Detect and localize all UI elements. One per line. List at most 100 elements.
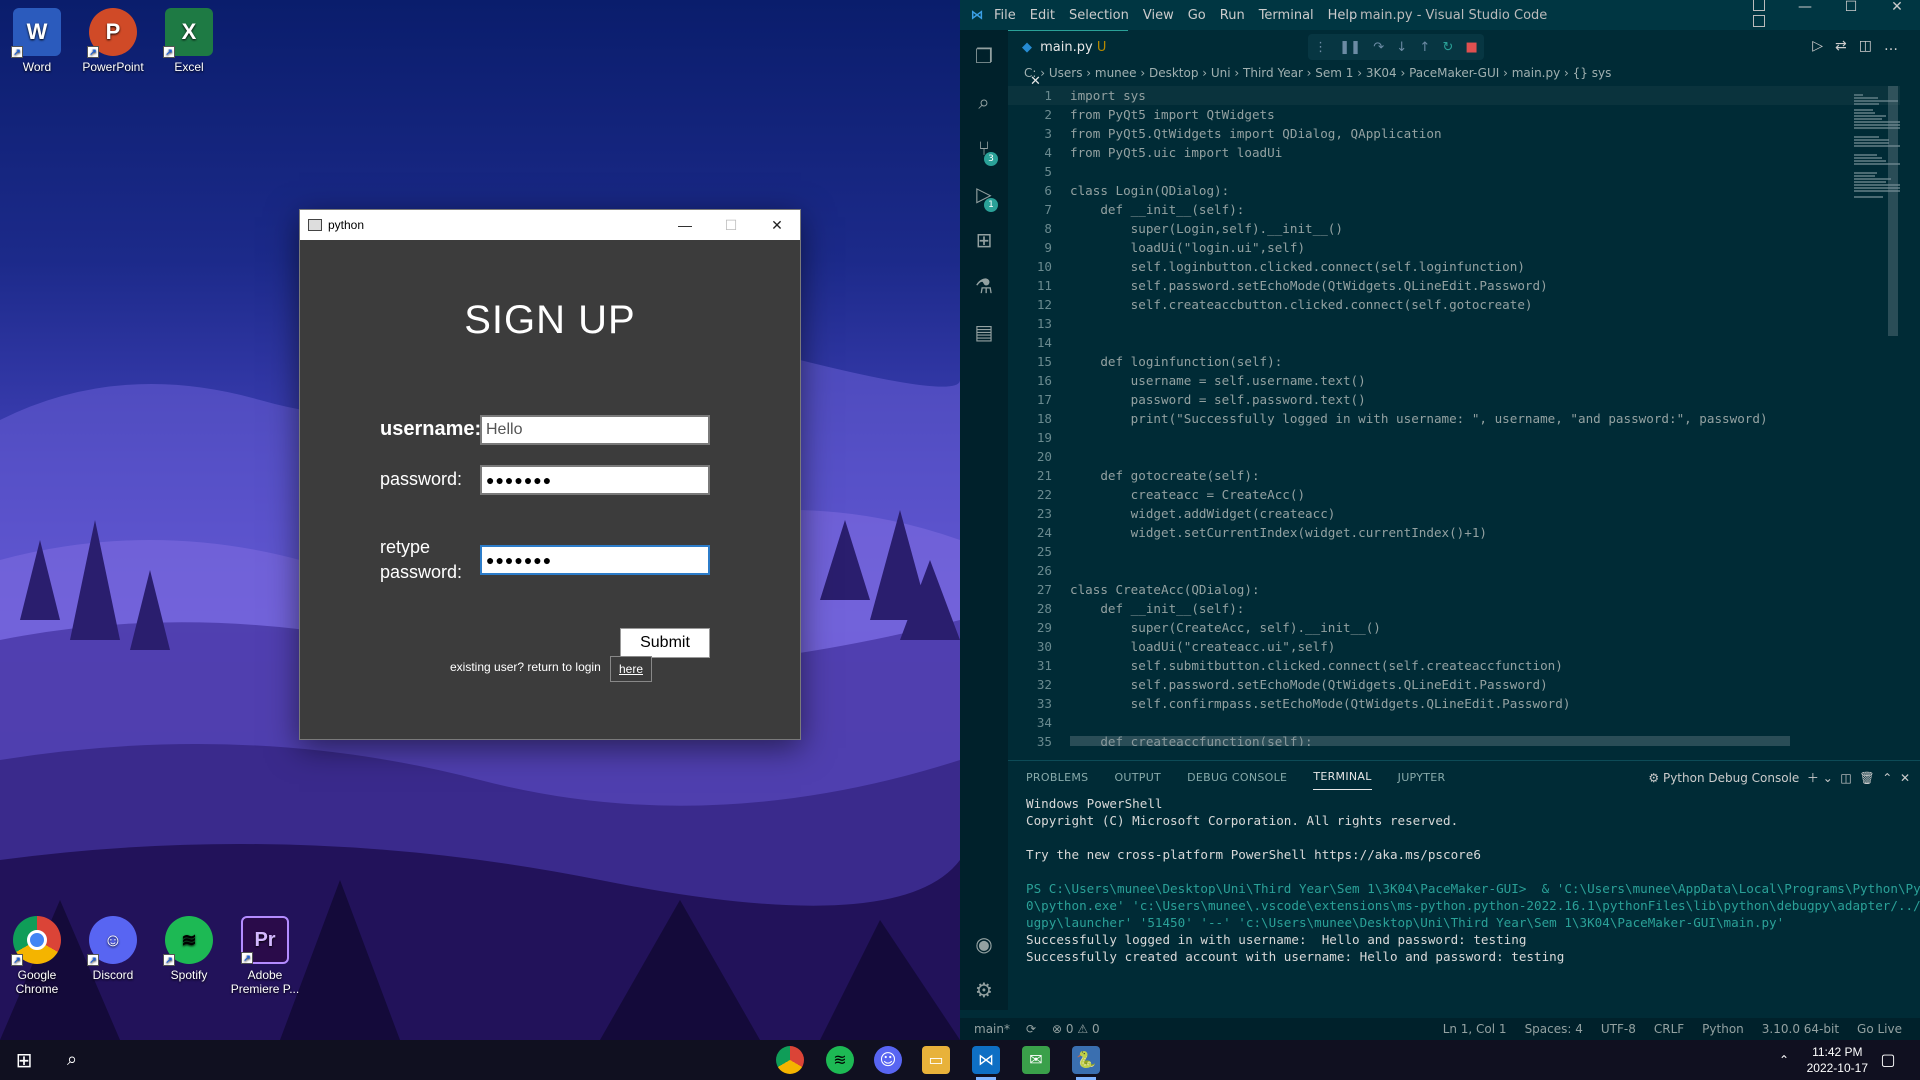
terminal-output[interactable]: Windows PowerShell Copyright (C) Microsof… bbox=[1026, 795, 1920, 965]
notebook-icon[interactable]: ▤ bbox=[970, 318, 998, 346]
login-here-button[interactable]: here bbox=[610, 656, 652, 682]
messaging-app-icon[interactable]: ✉ bbox=[1022, 1046, 1050, 1074]
password-input[interactable]: ●●●●●●● bbox=[480, 465, 710, 495]
step-into-icon[interactable]: ↓ bbox=[1396, 40, 1407, 55]
search-icon[interactable]: ⌕ bbox=[58, 1046, 86, 1074]
status-right-item[interactable]: Go Live bbox=[1857, 1022, 1902, 1036]
show-hidden-icons-icon[interactable]: ⌃ bbox=[1770, 1046, 1798, 1074]
code-line[interactable]: 7 def __init__(self): bbox=[1008, 200, 1900, 219]
stop-icon[interactable]: ■ bbox=[1466, 40, 1478, 55]
code-line[interactable]: 15 def loginfunction(self): bbox=[1008, 352, 1900, 371]
drag-handle-icon[interactable]: ⋮ bbox=[1314, 40, 1327, 55]
window-titlebar[interactable]: python — ☐ ✕ bbox=[300, 210, 800, 240]
code-line[interactable]: 13 bbox=[1008, 314, 1900, 333]
code-line[interactable]: 6 class Login(QDialog): bbox=[1008, 181, 1900, 200]
restart-icon[interactable]: ↻ bbox=[1442, 40, 1453, 55]
retype-password-input[interactable]: ●●●●●●● bbox=[480, 545, 710, 575]
step-over-icon[interactable]: ↷ bbox=[1373, 40, 1384, 55]
code-line[interactable]: 11 self.password.setEchoMode(QtWidgets.Q… bbox=[1008, 276, 1900, 295]
run-icon[interactable]: ▷ bbox=[1812, 38, 1835, 54]
code-line[interactable]: 19 bbox=[1008, 428, 1900, 447]
settings-gear-icon[interactable]: ⚙ bbox=[970, 976, 998, 1004]
code-line[interactable]: 23 widget.addWidget(createacc) bbox=[1008, 504, 1900, 523]
panel-tab-jupyter[interactable]: JUPYTER bbox=[1398, 771, 1446, 784]
system-clock[interactable]: 11:42 PM 2022-10-17 bbox=[1807, 1044, 1868, 1076]
code-line[interactable]: 24 widget.setCurrentIndex(widget.current… bbox=[1008, 523, 1900, 542]
code-line[interactable]: 12 self.createaccbutton.clicked.connect(… bbox=[1008, 295, 1900, 314]
desktop-icon-chrome[interactable]: ↗ Google Chrome bbox=[0, 916, 75, 996]
breadcrumb[interactable]: C: › Users › munee › Desktop › Uni › Thi… bbox=[1024, 66, 1611, 86]
code-line[interactable]: 3 from PyQt5.QtWidgets import QDialog, QA… bbox=[1008, 124, 1900, 143]
menu-item-terminal[interactable]: Terminal bbox=[1259, 8, 1314, 23]
compare-icon[interactable]: ⇄ bbox=[1835, 38, 1859, 54]
extensions-icon[interactable]: ⊞ bbox=[970, 226, 998, 254]
vscode-taskbar-icon[interactable]: ⋈ bbox=[972, 1046, 1000, 1080]
username-input[interactable]: Hello bbox=[480, 415, 710, 445]
layout-toggle-icon[interactable] bbox=[1736, 0, 1782, 31]
code-line[interactable]: 1 import sys bbox=[1008, 86, 1900, 105]
code-line[interactable]: 31 self.submitbutton.clicked.connect(sel… bbox=[1008, 656, 1900, 675]
maximize-button[interactable]: ☐ bbox=[1828, 0, 1874, 31]
code-line[interactable]: 22 createacc = CreateAcc() bbox=[1008, 485, 1900, 504]
account-icon[interactable]: ◉ bbox=[970, 930, 998, 958]
pause-icon[interactable]: ❚❚ bbox=[1339, 40, 1361, 55]
testing-icon[interactable]: ⚗ bbox=[970, 272, 998, 300]
code-line[interactable]: 2 from PyQt5 import QtWidgets bbox=[1008, 105, 1900, 124]
desktop-icon-spotify[interactable]: ≋ ↗ Spotify bbox=[151, 916, 227, 982]
status-right-item[interactable]: Python bbox=[1702, 1022, 1744, 1036]
panel-tab-problems[interactable]: PROBLEMS bbox=[1026, 771, 1088, 784]
menu-item-edit[interactable]: Edit bbox=[1030, 8, 1055, 23]
desktop-icon-word[interactable]: W ↗ Word bbox=[0, 8, 75, 74]
desktop-icon-discord[interactable]: ☺ ↗ Discord bbox=[75, 916, 151, 982]
code-line[interactable]: 20 bbox=[1008, 447, 1900, 466]
discord-taskbar-icon[interactable]: ☺ bbox=[874, 1046, 902, 1074]
file-explorer-icon[interactable]: ▭ bbox=[922, 1046, 950, 1074]
status-left-item[interactable]: main* bbox=[974, 1022, 1010, 1036]
minimize-button[interactable]: — bbox=[1782, 0, 1828, 31]
menu-item-run[interactable]: Run bbox=[1220, 8, 1245, 23]
vertical-scrollbar[interactable] bbox=[1888, 86, 1898, 336]
code-line[interactable]: 17 password = self.password.text() bbox=[1008, 390, 1900, 409]
desktop-icon-excel[interactable]: X ↗ Excel bbox=[151, 8, 227, 74]
code-line[interactable]: 10 self.loginbutton.clicked.connect(self… bbox=[1008, 257, 1900, 276]
code-line[interactable]: 34 bbox=[1008, 713, 1900, 732]
status-right-item[interactable]: UTF-8 bbox=[1601, 1022, 1636, 1036]
code-line[interactable]: 32 self.password.setEchoMode(QtWidgets.Q… bbox=[1008, 675, 1900, 694]
code-line[interactable]: 16 username = self.username.text() bbox=[1008, 371, 1900, 390]
panel-tab-debug-console[interactable]: DEBUG CONSOLE bbox=[1187, 771, 1287, 784]
code-line[interactable]: 26 bbox=[1008, 561, 1900, 580]
code-line[interactable]: 5 bbox=[1008, 162, 1900, 181]
code-editor[interactable]: 35 def createaccfunction(self): 34 33 self… bbox=[1008, 86, 1900, 746]
spotify-taskbar-icon[interactable]: ≋ bbox=[826, 1046, 854, 1074]
status-left-item[interactable]: ⊗ 0 ⚠ 0 bbox=[1052, 1022, 1100, 1036]
menu-item-selection[interactable]: Selection bbox=[1069, 8, 1129, 23]
code-line[interactable]: 25 bbox=[1008, 542, 1900, 561]
code-line[interactable]: 21 def gotocreate(self): bbox=[1008, 466, 1900, 485]
tab-main-py[interactable]: ◆ main.py U ✕ bbox=[1008, 30, 1128, 89]
chrome-taskbar-icon[interactable] bbox=[776, 1046, 804, 1074]
submit-button[interactable]: Submit bbox=[620, 628, 710, 658]
code-line[interactable]: 18 print("Successfully logged in with us… bbox=[1008, 409, 1900, 428]
terminal-selector[interactable]: ⚙ Python Debug Console ＋ ⌄ ◫ 🗑 ⌃ ✕ bbox=[1648, 769, 1910, 786]
menu-item-help[interactable]: Help bbox=[1328, 8, 1358, 23]
menu-item-go[interactable]: Go bbox=[1188, 8, 1206, 23]
code-line[interactable]: 9 loadUi("login.ui",self) bbox=[1008, 238, 1900, 257]
python-taskbar-icon[interactable]: 🐍 bbox=[1072, 1046, 1100, 1080]
code-line[interactable]: 27 class CreateAcc(QDialog): bbox=[1008, 580, 1900, 599]
menu-item-file[interactable]: File bbox=[994, 8, 1016, 23]
code-line[interactable]: 29 super(CreateAcc, self).__init__() bbox=[1008, 618, 1900, 637]
code-line[interactable]: 30 loadUi("createacc.ui",self) bbox=[1008, 637, 1900, 656]
split-editor-icon[interactable]: ◫ bbox=[1859, 38, 1884, 54]
close-button[interactable]: ✕ bbox=[1874, 0, 1920, 31]
explorer-icon[interactable]: ❐ bbox=[970, 42, 998, 70]
notifications-icon[interactable]: ▢ bbox=[1874, 1046, 1902, 1074]
step-out-icon[interactable]: ↑ bbox=[1419, 40, 1430, 55]
search-icon[interactable]: ⌕ bbox=[970, 88, 998, 116]
code-line[interactable]: 8 super(Login,self).__init__() bbox=[1008, 219, 1900, 238]
horizontal-scrollbar[interactable] bbox=[1070, 736, 1790, 746]
panel-tab-output[interactable]: OUTPUT bbox=[1114, 771, 1161, 784]
desktop-icon-powerpoint[interactable]: P ↗ PowerPoint bbox=[75, 8, 151, 74]
close-button[interactable]: ✕ bbox=[754, 210, 800, 240]
code-line[interactable]: 33 self.confirmpass.setEchoMode(QtWidget… bbox=[1008, 694, 1900, 713]
minimize-button[interactable]: — bbox=[662, 210, 708, 240]
